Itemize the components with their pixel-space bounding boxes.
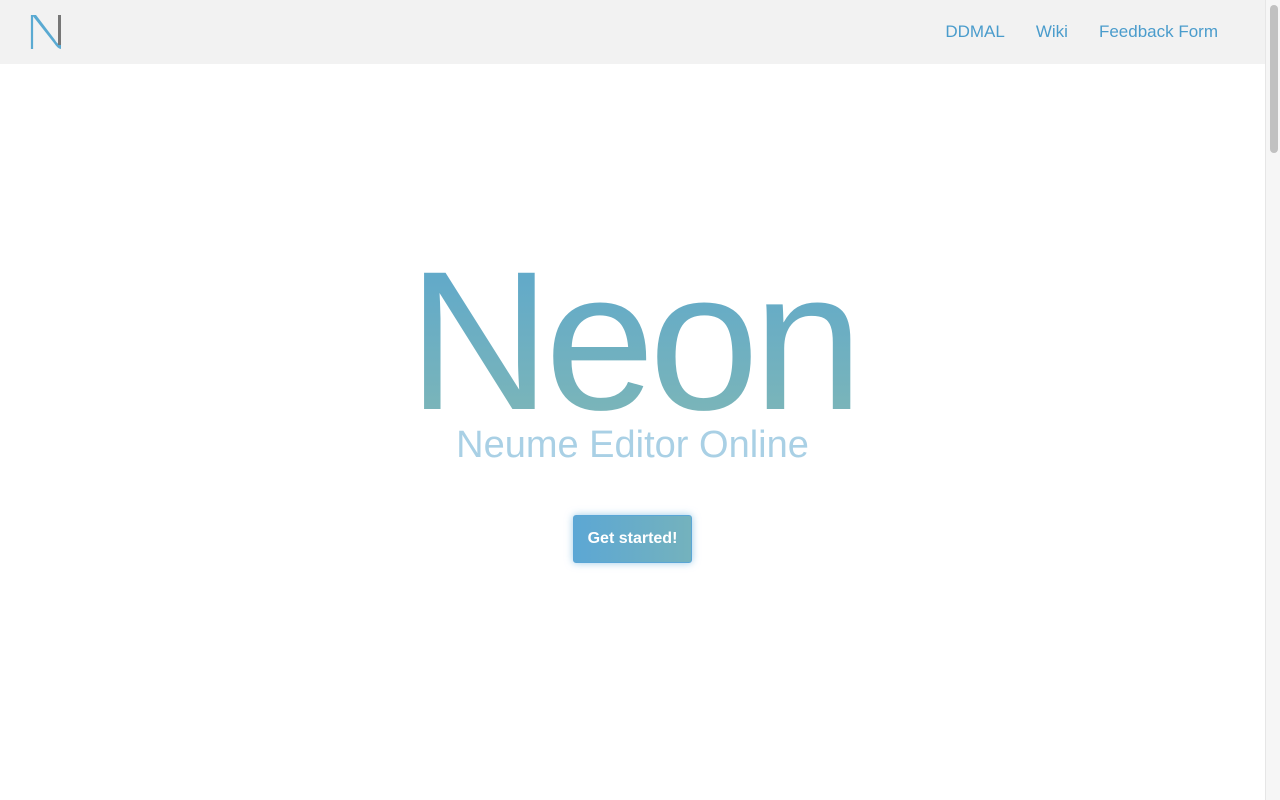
page: DDMAL Wiki Feedback Form Neon Neume Edit… <box>0 0 1280 800</box>
nav-link-wiki[interactable]: Wiki <box>1036 22 1068 42</box>
nav-link-ddmal[interactable]: DDMAL <box>945 22 1005 42</box>
neon-n-logo-icon <box>30 15 61 49</box>
nav-links: DDMAL Wiki Feedback Form <box>914 0 1218 64</box>
scrollbar-thumb[interactable] <box>1270 5 1278 153</box>
vertical-scrollbar[interactable] <box>1265 0 1280 800</box>
top-navbar: DDMAL Wiki Feedback Form <box>0 0 1265 64</box>
get-started-button[interactable]: Get started! <box>573 515 692 563</box>
hero-section: Neon Neume Editor Online Get started! <box>0 64 1265 800</box>
hero-title: Neon <box>0 242 1265 440</box>
nav-link-feedback-form[interactable]: Feedback Form <box>1099 22 1218 42</box>
hero-subtitle: Neume Editor Online <box>456 424 809 466</box>
